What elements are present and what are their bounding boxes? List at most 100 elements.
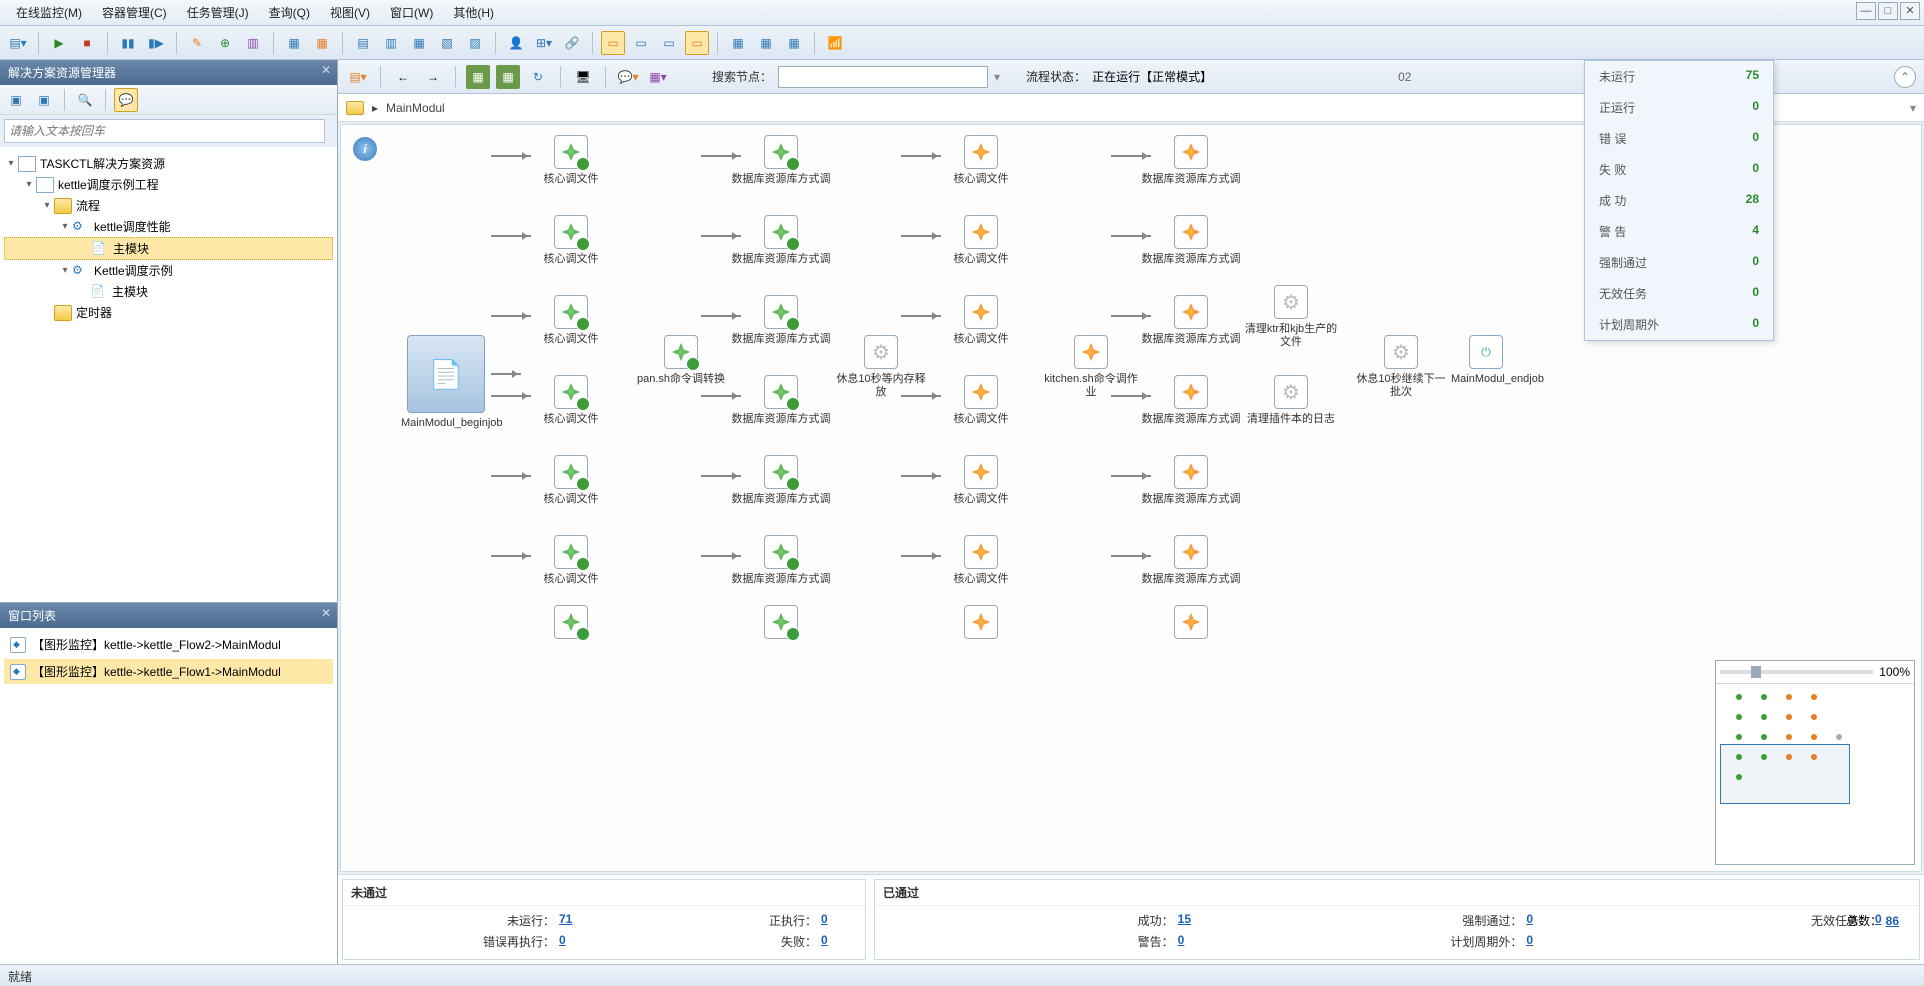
sb-chat[interactable]: 💬▾ [616, 65, 640, 89]
view3-icon[interactable]: ▭ [657, 31, 681, 55]
tree-root[interactable]: ▾TASKCTL解决方案资源 [4, 153, 333, 174]
sb-fwd[interactable]: → [421, 65, 445, 89]
node-core-o[interactable]: 核心调文件 [931, 535, 1031, 586]
table1-icon[interactable]: ▦ [726, 31, 750, 55]
node-clean-ktr[interactable]: 清理ktr和kjb生产的文件 [1241, 285, 1341, 349]
node-beginjob[interactable]: MainModul_beginjob [401, 335, 491, 430]
grid4-icon[interactable]: ▧ [435, 31, 459, 55]
chart-icon[interactable]: ▥ [241, 31, 265, 55]
new-dropdown[interactable]: ▤▾ [6, 31, 30, 55]
view4-active-icon[interactable]: ▭ [685, 31, 709, 55]
node-core-o[interactable]: 核心调文件 [931, 215, 1031, 266]
tree-perf[interactable]: ▾⚙kettle调度性能 [4, 216, 333, 237]
stat-running-value[interactable]: 0 [821, 912, 841, 929]
play-button[interactable]: ▶ [47, 31, 71, 55]
node-core-o[interactable]: 核心调文件 [931, 135, 1031, 186]
sol-chat-icon[interactable]: 💬 [114, 88, 138, 112]
node-clean-log[interactable]: 清理插件本的日志 [1241, 375, 1341, 426]
table3-icon[interactable]: ▦ [782, 31, 806, 55]
menu-task[interactable]: 任务管理(J) [177, 1, 259, 24]
node-core-o[interactable] [931, 605, 1031, 643]
node-db-o[interactable] [1141, 605, 1241, 643]
popup-row[interactable]: 警 告4 [1585, 216, 1773, 247]
breadcrumb-dropdown[interactable]: ▾ [1910, 101, 1916, 115]
sb-back[interactable]: ← [391, 65, 415, 89]
popup-row[interactable]: 未运行75 [1585, 61, 1773, 92]
minimize-button[interactable]: — [1856, 2, 1876, 20]
node-sleep[interactable]: 休息10秒等内存释放 [831, 335, 931, 399]
view1-active-icon[interactable]: ▭ [601, 31, 625, 55]
node-core[interactable] [521, 605, 621, 643]
maximize-button[interactable]: □ [1878, 2, 1898, 20]
menu-window[interactable]: 窗口(W) [380, 1, 443, 24]
table2-icon[interactable]: ▦ [754, 31, 778, 55]
menu-query[interactable]: 查询(Q) [259, 1, 320, 24]
node-db[interactable]: 数据库资源库方式调 [731, 135, 831, 186]
breadcrumb-path[interactable]: MainModul [386, 101, 445, 115]
popup-row[interactable]: 成 功28 [1585, 185, 1773, 216]
broadcast-icon[interactable]: 📶 [823, 31, 847, 55]
node-db[interactable]: 数据库资源库方式调 [731, 295, 831, 346]
sb-monitor[interactable]: 🖥 [571, 65, 595, 89]
tree-timer[interactable]: 定时器 [4, 302, 333, 323]
minimap-canvas[interactable] [1716, 684, 1914, 864]
node-core-o[interactable]: 核心调文件 [931, 455, 1031, 506]
view2-icon[interactable]: ▭ [629, 31, 653, 55]
sb-new[interactable]: ▤▾ [346, 65, 370, 89]
wand-icon[interactable]: ✎ [185, 31, 209, 55]
menu-online[interactable]: 在线监控(M) [6, 1, 92, 24]
node-core[interactable]: 核心调文件 [521, 295, 621, 346]
link-icon[interactable]: 🔗 [560, 31, 584, 55]
node-db-o[interactable]: 数据库资源库方式调 [1141, 295, 1241, 346]
node-core[interactable]: 核心调文件 [521, 455, 621, 506]
node-core[interactable]: 核心调文件 [521, 535, 621, 586]
node-core[interactable]: 核心调文件 [521, 375, 621, 426]
popup-row[interactable]: 强制通过0 [1585, 247, 1773, 278]
menu-container[interactable]: 容器管理(C) [92, 1, 177, 24]
sol-btn2[interactable]: ▣ [32, 88, 56, 112]
grid1-icon[interactable]: ▤ [351, 31, 375, 55]
stat-force-value[interactable]: 0 [1526, 912, 1546, 929]
solution-panel-close-icon[interactable]: ✕ [321, 63, 331, 77]
node-db-o[interactable]: 数据库资源库方式调 [1141, 535, 1241, 586]
menu-view[interactable]: 视图(V) [320, 1, 380, 24]
popup-row[interactable]: 失 败0 [1585, 154, 1773, 185]
layout1-icon[interactable]: ▦ [282, 31, 306, 55]
node-core[interactable]: 核心调文件 [521, 135, 621, 186]
tree-flow[interactable]: ▾流程 [4, 195, 333, 216]
node-db-o[interactable]: 数据库资源库方式调 [1141, 215, 1241, 266]
sol-search-icon[interactable]: 🔍 [73, 88, 97, 112]
popup-row[interactable]: 错 误0 [1585, 123, 1773, 154]
node-db-o[interactable]: 数据库资源库方式调 [1141, 135, 1241, 186]
globe-icon[interactable]: ⊕ [213, 31, 237, 55]
close-button[interactable]: ✕ [1900, 2, 1920, 20]
window-item-flow1[interactable]: 【图形监控】kettle->kettle_Flow1->MainModul [4, 659, 333, 684]
node-db[interactable]: 数据库资源库方式调 [731, 455, 831, 506]
window-panel-close-icon[interactable]: ✕ [321, 606, 331, 620]
window-item-flow2[interactable]: 【图形监控】kettle->kettle_Flow2->MainModul [4, 632, 333, 657]
popup-row[interactable]: 正运行0 [1585, 92, 1773, 123]
stat-warn-value[interactable]: 0 [1178, 933, 1198, 950]
layout2-icon[interactable]: ▦ [310, 31, 334, 55]
sb-refresh[interactable]: ↻ [526, 65, 550, 89]
step-button[interactable]: ▮▶ [144, 31, 168, 55]
user-icon[interactable]: 👤 [504, 31, 528, 55]
node-db[interactable]: 数据库资源库方式调 [731, 375, 831, 426]
grid3-icon[interactable]: ▦ [407, 31, 431, 55]
solution-search-input[interactable] [4, 119, 325, 143]
node-db-o[interactable]: 数据库资源库方式调 [1141, 455, 1241, 506]
node-endjob[interactable]: ⏻MainModul_endjob [1451, 335, 1521, 386]
stat-out-value[interactable]: 0 [1526, 933, 1546, 950]
node-db-o[interactable]: 数据库资源库方式调 [1141, 375, 1241, 426]
popup-row[interactable]: 计划周期外0 [1585, 309, 1773, 340]
node-core[interactable]: 核心调文件 [521, 215, 621, 266]
node-db[interactable] [731, 605, 831, 643]
sb-g1[interactable]: ▦ [466, 65, 490, 89]
node-db[interactable]: 数据库资源库方式调 [731, 215, 831, 266]
node-core-o[interactable]: 核心调文件 [931, 295, 1031, 346]
node-kitchen[interactable]: kitchen.sh命令调作业 [1041, 335, 1141, 399]
popup-row[interactable]: 无效任务0 [1585, 278, 1773, 309]
tree-main2[interactable]: 📄主模块 [4, 281, 333, 302]
nodes-dropdown[interactable]: ⊞▾ [532, 31, 556, 55]
search-node-input[interactable] [778, 66, 988, 88]
